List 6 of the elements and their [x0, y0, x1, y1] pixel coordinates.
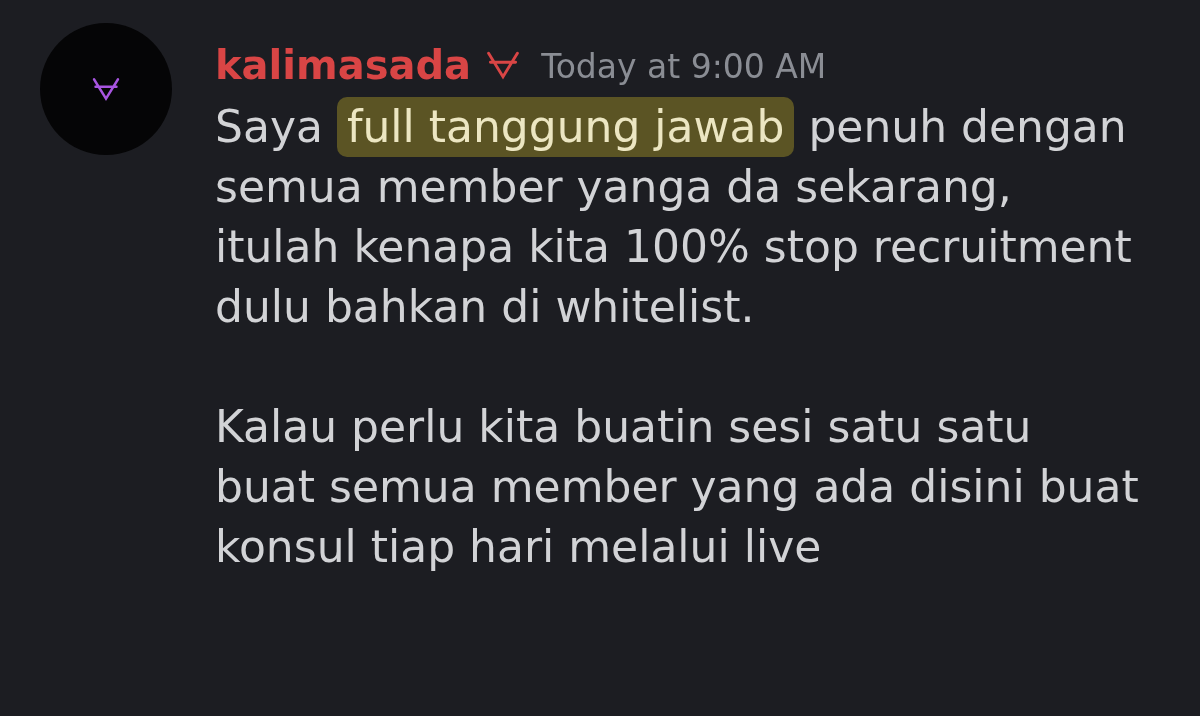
v-mark-icon: [485, 50, 522, 80]
v-mark-icon: [91, 76, 121, 102]
message-text: Saya full tanggung jawab penuh dengan semua member yanga da sekarang, itulah kenapa kita 100% stop recruitment dulu bahkan di whitelist.: [215, 97, 1139, 337]
timestamp: Today at 9:00 AM: [541, 46, 827, 89]
username[interactable]: kalimasada: [215, 35, 472, 95]
message-text: Kalau perlu kita buatin sesi satu satu buat semua member yang ada disini buat konsul tiap hari melalui live: [215, 400, 1139, 574]
